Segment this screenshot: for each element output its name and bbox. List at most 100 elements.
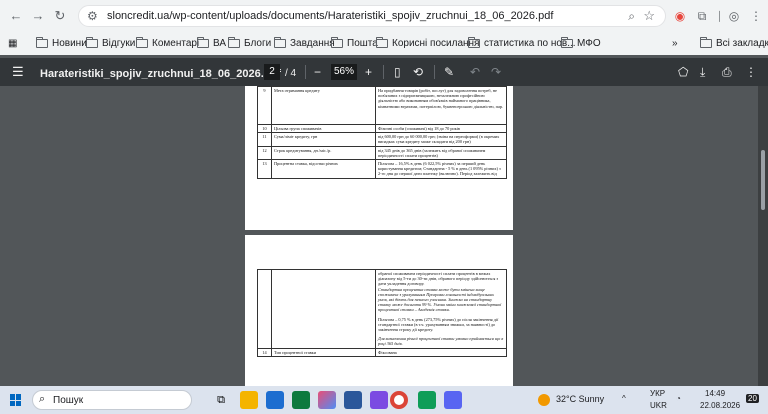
bookmark-item[interactable]: статистика по нов...: [468, 36, 576, 50]
folder-icon: [136, 36, 148, 48]
toolbar-divider: [434, 65, 435, 79]
bookmark-star-icon[interactable]: ☆: [643, 8, 655, 24]
row-number: 13: [257, 159, 272, 179]
page-total: / 4: [285, 68, 297, 79]
app-icon[interactable]: [418, 391, 436, 409]
bookmark-item[interactable]: Пошта: [331, 36, 378, 50]
zoom-icon[interactable]: ⌕: [628, 9, 635, 24]
taskbar-search[interactable]: ⌕ Пошук: [32, 390, 192, 410]
back-icon[interactable]: ←: [8, 8, 24, 24]
row-key: [271, 269, 376, 349]
table-row: 12 Строк кредитування, дн./міс./р. від 345…: [257, 145, 507, 161]
row-key: Мета отримання кредиту: [271, 86, 376, 125]
folder-icon: [561, 36, 573, 48]
task-view-icon[interactable]: ⧉: [212, 391, 230, 409]
tray-chevron-icon[interactable]: ^: [622, 394, 626, 403]
app-icon[interactable]: [370, 391, 388, 409]
zoom-out-icon[interactable]: −: [314, 64, 321, 80]
extensions-puzzle-icon[interactable]: ⧉: [694, 8, 710, 24]
row-value: На придбання товарів (робіт, послуг) для…: [375, 86, 507, 125]
bookmark-item[interactable]: Завдання: [274, 36, 335, 50]
all-bookmarks[interactable]: Всі закладки: [700, 36, 768, 50]
app-icon[interactable]: [292, 391, 310, 409]
wifi-icon[interactable]: ◔: [676, 394, 681, 403]
windows-start-icon[interactable]: [10, 394, 22, 406]
folder-icon: [331, 36, 343, 48]
save-annotation-icon[interactable]: ⬠: [678, 64, 688, 80]
app-icon[interactable]: [344, 391, 362, 409]
undo-icon[interactable]: ↶: [470, 64, 480, 80]
site-info-icon[interactable]: ⚙: [87, 9, 98, 23]
chrome-icon[interactable]: [390, 391, 408, 409]
row-number: 12: [257, 145, 272, 161]
file-explorer-icon[interactable]: [240, 391, 258, 409]
forward-icon[interactable]: →: [30, 8, 46, 24]
notification-badge[interactable]: 20: [746, 394, 759, 403]
bookmark-item[interactable]: Блоги: [228, 36, 271, 50]
hamburger-menu-icon[interactable]: ☰: [12, 64, 24, 80]
app-icon[interactable]: [444, 391, 462, 409]
profile-icon[interactable]: ◎: [726, 8, 742, 24]
folder-icon: [228, 36, 240, 48]
bookmark-label: Новини: [52, 37, 87, 49]
table-row: обраної споживачем періодичності сплати …: [257, 269, 507, 349]
store-icon[interactable]: [266, 391, 284, 409]
browser-chrome: ← → ↻ ⚙ sloncredit.ua/wp-content/uploads…: [0, 0, 768, 55]
print-icon[interactable]: ⎙: [722, 64, 732, 80]
bookmark-item[interactable]: ВА: [197, 36, 226, 50]
bookmark-item[interactable]: Коментарі: [136, 36, 199, 50]
search-icon: ⌕: [39, 393, 46, 405]
draw-icon[interactable]: ✎: [444, 64, 454, 80]
url-text: sloncredit.ua/wp-content/uploads/documen…: [107, 10, 554, 22]
fit-page-icon[interactable]: ▯: [394, 64, 401, 80]
menu-dots-icon[interactable]: ⋮: [748, 8, 764, 24]
search-label: Пошук: [53, 395, 84, 406]
start-tile: [16, 400, 21, 406]
folder-icon: [36, 36, 48, 48]
pdf-viewer[interactable]: 9 Мета отримання кредиту На придбання това…: [0, 86, 768, 386]
row-value: обраної споживачем періодичності сплати …: [378, 271, 499, 287]
zoom-in-icon[interactable]: +: [365, 64, 372, 80]
bookmark-label: Відгуки: [102, 37, 136, 49]
download-icon[interactable]: ⤓: [700, 64, 705, 80]
bookmarks-bar: ▦ Новини Відгуки Коментарі ВА Блоги Завд…: [0, 32, 768, 54]
page-number-input[interactable]: 2: [264, 64, 280, 80]
bookmark-label: Блоги: [244, 37, 272, 49]
rotate-icon[interactable]: ⟲: [413, 64, 423, 80]
toolbar-divider: [383, 65, 384, 79]
folder-icon: [86, 36, 98, 48]
toolbar-divider: [305, 65, 306, 79]
scrollbar-thumb[interactable]: [761, 150, 765, 210]
zoom-input[interactable]: 56%: [331, 64, 357, 80]
bookmark-label: Коментарі: [152, 37, 200, 49]
clock-time[interactable]: 14:49: [705, 389, 725, 398]
row-key: Строк кредитування, дн./міс./р.: [271, 145, 376, 161]
table-row: 14 Тип процентної ставки Фіксована: [257, 347, 507, 357]
start-tile: [16, 394, 21, 400]
address-bar[interactable]: ⚙ sloncredit.ua/wp-content/uploads/docum…: [78, 5, 666, 27]
start-tile: [10, 394, 15, 400]
extension-icon[interactable]: ◉: [672, 8, 688, 24]
bookmark-item[interactable]: Корисні посилання: [376, 36, 479, 50]
table-row: 9 Мета отримання кредиту На придбання това…: [257, 86, 507, 125]
weather-icon[interactable]: [538, 394, 550, 406]
row-value: від 600,00 грн до 60 000,00 грн; (зміна …: [375, 132, 507, 147]
bookmark-item[interactable]: МФО: [561, 36, 601, 50]
row-key: Цільова група споживачів: [271, 123, 376, 134]
bookmark-item[interactable]: Новини: [36, 36, 87, 50]
clock-date[interactable]: 22.08.2026: [700, 401, 740, 410]
folder-icon: [700, 36, 712, 48]
copilot-icon[interactable]: [318, 391, 336, 409]
apps-grid-icon[interactable]: ▦: [8, 36, 17, 50]
chevron-right-icon[interactable]: »: [672, 36, 678, 50]
row-number: 10: [257, 123, 272, 134]
scrollbar[interactable]: [758, 86, 768, 386]
pdf-title: Harateristiki_spojiv_zruchnui_18_06_2026…: [40, 68, 281, 80]
row-value: Фіксована: [375, 347, 507, 357]
weather-text[interactable]: 32°C Sunny: [556, 394, 604, 404]
bookmark-item[interactable]: Відгуки: [86, 36, 135, 50]
more-options-icon[interactable]: ⋮: [745, 64, 757, 80]
reload-icon[interactable]: ↻: [52, 8, 68, 24]
language-indicator[interactable]: УКР: [650, 389, 665, 398]
redo-icon[interactable]: ↷: [491, 64, 501, 80]
